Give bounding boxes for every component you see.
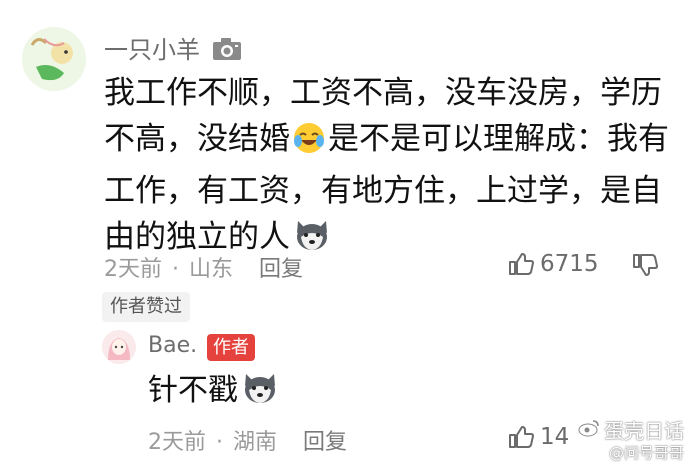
husky-dog-emoji-icon	[240, 368, 280, 420]
comment-text: 我工作不顺，工资不高，没车没房，学历不高，没结婚 是不是可以理解成：我有工作，有工…	[104, 70, 674, 266]
meta-separator: ·	[172, 257, 179, 282]
like-button[interactable]: 6715	[508, 251, 599, 277]
crying-laughing-emoji-icon	[292, 121, 326, 168]
dislike-button[interactable]	[632, 253, 658, 281]
camera-icon	[212, 37, 242, 67]
author-liked-badge: 作者赞过	[102, 292, 190, 322]
watermark-handle: @问号哥哥	[608, 444, 684, 462]
username-text: 一只小羊	[104, 36, 200, 64]
reply-like-button[interactable]: 14	[508, 424, 569, 450]
thumbs-up-icon	[509, 253, 534, 275]
like-count: 6715	[540, 251, 599, 277]
reply-time: 2天前	[148, 430, 206, 455]
comment-location: 山东	[189, 257, 234, 282]
reply-username[interactable]: Bae.	[148, 333, 197, 358]
reply-meta: 2天前 · 湖南 回复	[148, 424, 347, 456]
reply-avatar[interactable]	[102, 330, 136, 364]
reply-location: 湖南	[233, 430, 278, 455]
meta-separator: ·	[216, 430, 223, 455]
avatar[interactable]	[22, 27, 86, 91]
reply-button[interactable]: 回复	[259, 257, 303, 282]
watermark: 蛋壳日话 @问号哥哥	[578, 418, 684, 463]
comment-time: 2天前	[104, 257, 162, 282]
thumbs-up-icon	[509, 426, 534, 448]
reply-text-content: 针不戳	[148, 373, 238, 408]
comment-username[interactable]: 一只小羊	[104, 30, 242, 67]
reply-text: 针不戳	[148, 368, 282, 420]
author-badge: 作者	[207, 334, 255, 361]
weibo-logo-icon	[578, 418, 600, 443]
reply-like-count: 14	[540, 424, 570, 450]
comment-meta: 2天前 · 山东 回复	[104, 251, 303, 283]
reply-reply-button[interactable]: 回复	[303, 430, 347, 455]
thumbs-down-icon	[633, 254, 658, 276]
watermark-title: 蛋壳日话	[604, 418, 684, 443]
